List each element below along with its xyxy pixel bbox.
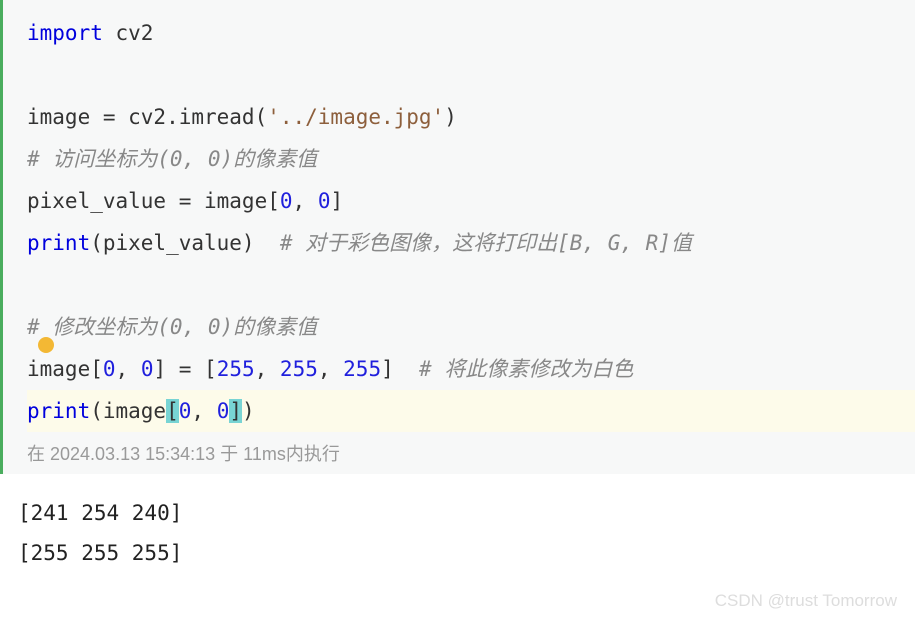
comment: # 修改坐标为(0, 0)的像素值: [27, 315, 317, 339]
number: 255: [217, 357, 255, 381]
comment: # 对于彩色图像，这将打印出[B, G, R]值: [280, 231, 692, 255]
code-line-8[interactable]: # 修改坐标为(0, 0)的像素值: [27, 306, 915, 348]
code-text: pixel_value = image[: [27, 189, 280, 213]
identifier-cv2: cv2: [103, 21, 154, 45]
number: 0: [280, 189, 293, 213]
execution-status: 在 2024.03.13 15:34:13 于 11ms内执行: [27, 432, 915, 474]
code-text: ,: [255, 357, 280, 381]
code-text: ): [444, 105, 457, 129]
code-text: (pixel_value): [90, 231, 280, 255]
code-text: (image: [90, 399, 166, 423]
code-line-9[interactable]: image[0, 0] = [255, 255, 255] # 将此像素修改为白…: [27, 348, 915, 390]
code-text: ]: [381, 357, 419, 381]
comment: # 将此像素修改为白色: [419, 357, 633, 381]
code-text: image[: [27, 357, 103, 381]
code-text: ]: [330, 189, 343, 213]
code-line-blank-2: [27, 264, 915, 306]
code-text: ] = [: [153, 357, 216, 381]
code-line-5[interactable]: pixel_value = image[0, 0]: [27, 180, 915, 222]
number: 0: [103, 357, 116, 381]
code-line-6[interactable]: print(pixel_value) # 对于彩色图像，这将打印出[B, G, …: [27, 222, 915, 264]
string-literal: '../image.jpg': [267, 105, 444, 129]
comment: # 访问坐标为(0, 0)的像素值: [27, 147, 317, 171]
bracket-match-close: ]: [229, 399, 242, 423]
code-line-4[interactable]: # 访问坐标为(0, 0)的像素值: [27, 138, 915, 180]
output-line-2: [255 255 255]: [18, 534, 915, 574]
code-text: image = cv2.imread(: [27, 105, 267, 129]
number: 255: [343, 357, 381, 381]
code-line-10-current[interactable]: print(image[0, 0]): [27, 390, 915, 432]
number: 0: [318, 189, 331, 213]
number: 0: [141, 357, 154, 381]
code-line-3[interactable]: image = cv2.imread('../image.jpg'): [27, 96, 915, 138]
code-text: ,: [293, 189, 318, 213]
output-line-1: [241 254 240]: [18, 494, 915, 534]
output-block: [241 254 240] [255 255 255]: [0, 474, 915, 584]
code-text: ,: [191, 399, 216, 423]
code-text: ,: [116, 357, 141, 381]
code-line-blank-1: [27, 54, 915, 96]
builtin-print: print: [27, 399, 90, 423]
builtin-print: print: [27, 231, 90, 255]
number: 0: [217, 399, 230, 423]
bracket-match-open: [: [166, 399, 179, 423]
number: 255: [280, 357, 318, 381]
watermark: CSDN @trust Tomorrow: [715, 591, 897, 611]
breakpoint-marker[interactable]: [38, 337, 54, 353]
code-text: ): [242, 399, 255, 423]
code-text: ,: [318, 357, 343, 381]
code-block: import cv2 image = cv2.imread('../image.…: [0, 0, 915, 474]
code-line-1[interactable]: import cv2: [27, 12, 915, 54]
keyword-import: import: [27, 21, 103, 45]
number: 0: [179, 399, 192, 423]
